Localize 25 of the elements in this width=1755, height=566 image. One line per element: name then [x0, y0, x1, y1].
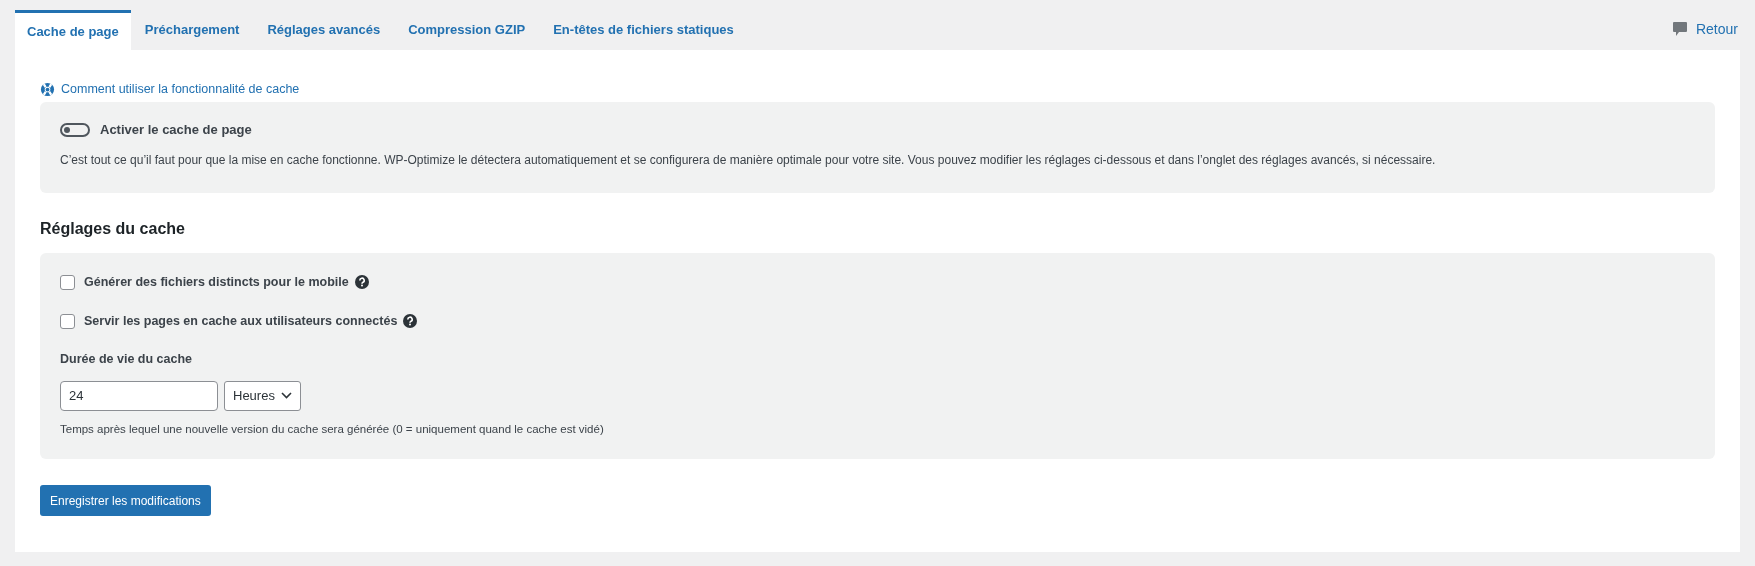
lifespan-input[interactable]: 24 [60, 380, 218, 411]
checkbox[interactable] [60, 274, 75, 290]
toggle-label: Activer le cache de page [100, 121, 252, 139]
chevron-down-icon [280, 392, 292, 400]
section-heading: Réglages du cache [40, 219, 186, 239]
hint-text: Temps après lequel une nouvelle version du cache sera générée (0 = uniquement quand le cache est vidé) [60, 421, 605, 437]
checkbox-label: Générer des fichiers distincts pour le mobile [84, 273, 349, 291]
help-link[interactable]: Comment utiliser la fonctionnalité de cache [40, 80, 1715, 98]
tab[interactable]: Préchargement [130, 10, 254, 50]
checkbox[interactable] [60, 313, 75, 329]
lifebuoy-icon [40, 81, 55, 97]
unit-dropdown[interactable]: Heures [224, 380, 301, 411]
help-icon[interactable] [403, 314, 418, 328]
checkbox-label: Servir les pages en cache aux utilisateurs connectés [84, 312, 398, 330]
tab[interactable]: Réglages avancés [253, 10, 395, 50]
toggle-switch[interactable] [60, 122, 90, 137]
tab[interactable]: En-têtes de fichiers statiques [539, 10, 748, 50]
description-text: C’est tout ce qu’il faut pour que la mise en cache fonctionne. WP-Optimize le détectera automatiquement et se configurera de manière optimale pour votre site. Vous pouvez modifier les réglages ci-dessous et dans l’onglet des réglages avancés, si nécessaire. [60, 151, 1437, 169]
save-button[interactable]: Enregistrer les modifications [40, 485, 211, 516]
tab[interactable]: Compression GZIP [394, 10, 540, 50]
tab[interactable]: Cache de page [15, 10, 131, 50]
speech-bubble-icon [1671, 21, 1688, 38]
field-label: Durée de vie du cache [60, 351, 193, 368]
feedback-link[interactable]: Retour [1671, 19, 1740, 40]
help-icon[interactable] [354, 275, 369, 289]
